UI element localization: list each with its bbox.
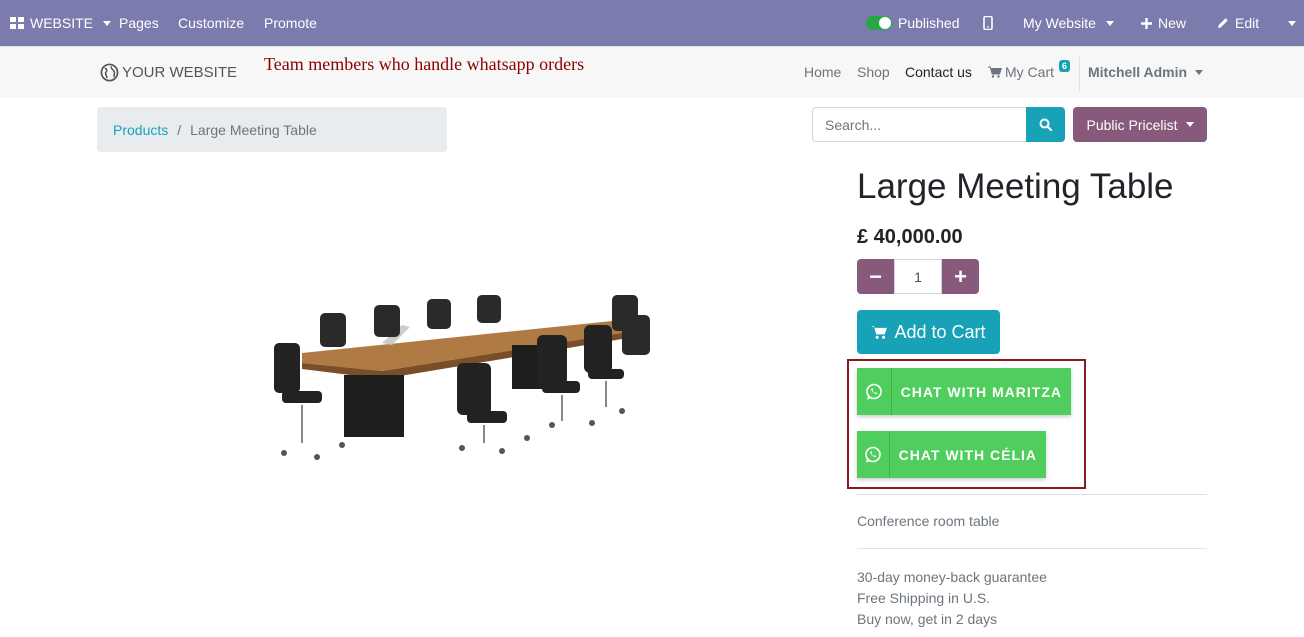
new-button[interactable]: New bbox=[1141, 0, 1186, 46]
nav-contact[interactable]: Contact us bbox=[905, 64, 972, 80]
search-input[interactable] bbox=[812, 107, 1027, 142]
mobile-preview-button[interactable] bbox=[983, 0, 993, 46]
product-policies: 30-day money-back guarantee Free Shippin… bbox=[857, 567, 1047, 630]
add-to-cart-button[interactable]: Add to Cart bbox=[857, 310, 1000, 354]
extra-menu-toggle[interactable] bbox=[1284, 0, 1296, 46]
mobile-icon bbox=[983, 16, 993, 30]
edit-label: Edit bbox=[1235, 15, 1260, 31]
caret-down-icon bbox=[1195, 69, 1204, 75]
caret-down-icon bbox=[1185, 122, 1194, 127]
caret-down-icon bbox=[1288, 20, 1296, 26]
website-menu-label: WEBSITE bbox=[30, 15, 94, 31]
breadcrumb-products-link[interactable]: Products bbox=[113, 122, 168, 138]
product-description: Conference room table bbox=[857, 513, 1000, 529]
published-toggle[interactable]: Published bbox=[866, 0, 960, 46]
policy-line: Free Shipping in U.S. bbox=[857, 590, 991, 606]
chat-with-celia-button[interactable]: CHAT WITH CÉLIA bbox=[857, 431, 1046, 478]
chat-button-label: CHAT WITH CÉLIA bbox=[898, 446, 1037, 463]
promote-menu-label: Promote bbox=[264, 15, 317, 31]
annotation-text: Team members who handle whatsapp orders bbox=[264, 54, 585, 74]
search-icon bbox=[1039, 118, 1052, 131]
search-button[interactable] bbox=[1026, 107, 1065, 142]
product-title: Large Meeting Table bbox=[857, 167, 1174, 206]
chat-button-label: CHAT WITH MARITZA bbox=[900, 383, 1062, 400]
new-label: New bbox=[1158, 15, 1187, 31]
breadcrumb-separator: / bbox=[177, 121, 182, 138]
whatsapp-icon bbox=[857, 368, 892, 415]
product-price: £ 40,000.00 bbox=[857, 226, 963, 248]
quantity-input[interactable] bbox=[894, 259, 942, 294]
caret-down-icon bbox=[103, 20, 112, 26]
breadcrumb: Products / Large Meeting Table bbox=[97, 107, 447, 152]
logo-text: YOUR WEBSITE bbox=[122, 64, 238, 81]
caret-down-icon bbox=[1105, 20, 1114, 26]
cart-icon bbox=[988, 66, 1002, 78]
my-website-menu[interactable]: My Website bbox=[1023, 0, 1114, 46]
pages-menu[interactable]: Pages bbox=[119, 0, 159, 46]
plus-icon bbox=[1141, 17, 1152, 29]
cart-label: My Cart bbox=[1005, 64, 1054, 80]
chat-with-maritza-button[interactable]: CHAT WITH MARITZA bbox=[857, 368, 1071, 415]
policy-line: Buy now, get in 2 days bbox=[857, 611, 998, 627]
quantity-increase-button[interactable]: + bbox=[942, 259, 979, 294]
website-menu[interactable]: WEBSITE bbox=[10, 0, 112, 46]
pricelist-dropdown[interactable]: Public Pricelist bbox=[1073, 107, 1207, 142]
published-label: Published bbox=[898, 15, 960, 31]
pages-menu-label: Pages bbox=[119, 15, 159, 31]
add-to-cart-label: Add to Cart bbox=[894, 321, 986, 342]
toggle-switch-icon bbox=[866, 16, 892, 30]
customize-menu[interactable]: Customize bbox=[178, 0, 244, 46]
nav-shop[interactable]: Shop bbox=[857, 64, 890, 80]
product-image bbox=[274, 295, 650, 460]
my-website-label: My Website bbox=[1023, 15, 1096, 31]
admin-top-bar: WEBSITE Pages Customize Promote Publishe… bbox=[0, 0, 1304, 46]
customize-menu-label: Customize bbox=[178, 15, 245, 31]
whatsapp-icon bbox=[857, 431, 890, 478]
edit-button[interactable]: Edit bbox=[1217, 0, 1259, 46]
site-logo[interactable]: YOUR WEBSITE bbox=[100, 63, 237, 82]
policy-line: 30-day money-back guarantee bbox=[857, 569, 1047, 585]
quantity-decrease-button[interactable]: − bbox=[857, 259, 894, 294]
divider bbox=[857, 494, 1207, 495]
divider bbox=[857, 548, 1207, 549]
globe-icon bbox=[100, 63, 119, 82]
nav-cart[interactable]: My Cart 6 bbox=[988, 60, 1071, 80]
cart-count-badge: 6 bbox=[1059, 60, 1071, 72]
pencil-icon bbox=[1218, 18, 1228, 28]
user-name: Mitchell Admin bbox=[1088, 64, 1188, 80]
nav-divider bbox=[1079, 57, 1080, 91]
apps-grid-icon bbox=[10, 17, 24, 29]
nav-home[interactable]: Home bbox=[804, 64, 841, 80]
website-header: YOUR WEBSITE Team members who handle wha… bbox=[0, 46, 1304, 98]
cart-icon bbox=[871, 326, 888, 339]
user-menu[interactable]: Mitchell Admin bbox=[1088, 64, 1204, 80]
pricelist-label: Public Pricelist bbox=[1086, 116, 1178, 133]
breadcrumb-current: Large Meeting Table bbox=[190, 121, 317, 138]
promote-menu[interactable]: Promote bbox=[264, 0, 317, 46]
